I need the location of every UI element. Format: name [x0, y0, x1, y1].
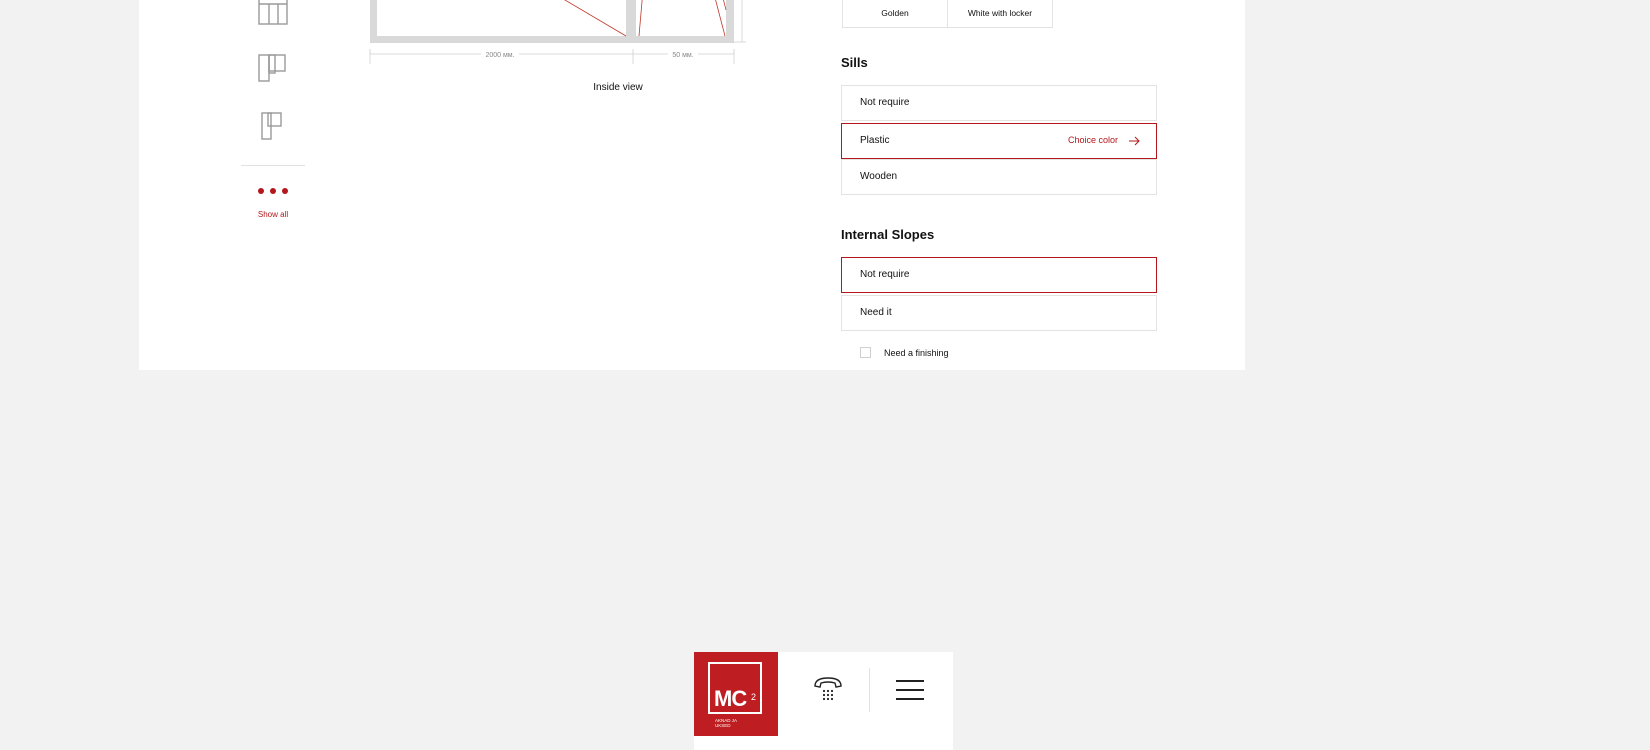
layout-two-sash-icon[interactable]: [255, 50, 289, 84]
logo-text: MC: [714, 686, 747, 711]
phone-icon[interactable]: [812, 674, 844, 704]
slopes-option-not-require[interactable]: Not require: [841, 257, 1157, 293]
bottom-bar-divider: [869, 668, 870, 712]
dimension-main: 2000 мм.: [485, 52, 514, 59]
option-label: Wooden: [860, 171, 898, 182]
sills-option-wooden[interactable]: Wooden: [841, 159, 1157, 195]
logo-tagline: AKNAD JA UKSED: [715, 718, 738, 728]
show-all-link[interactable]: Show all: [241, 210, 305, 219]
window-drawing: 2000 мм. 50 мм.: [369, 0, 746, 64]
bottom-bar: MC 2 AKNAD JA UKSED: [694, 652, 953, 750]
option-label: Need it: [860, 307, 892, 318]
dimension-side: 50 мм.: [672, 52, 693, 59]
layout-single-sash-icon[interactable]: [255, 107, 289, 141]
option-label: Not require: [860, 97, 910, 108]
option-label: Not require: [860, 269, 910, 280]
slopes-title: Internal Slopes: [841, 227, 935, 242]
choice-color-link[interactable]: Choice color: [1068, 135, 1118, 145]
logo-superscript: 2: [751, 692, 757, 702]
sills-title: Sills: [841, 55, 868, 70]
layout-options: Show all: [241, 0, 305, 230]
sills-option-not-require[interactable]: Not require: [841, 85, 1157, 121]
brand-logo[interactable]: MC 2 AKNAD JA UKSED: [694, 652, 778, 736]
handle-color-white-locker[interactable]: White with locker: [947, 0, 1053, 28]
menu-icon[interactable]: [896, 680, 924, 700]
window-preview: 2000 мм. 50 мм. Inside view: [368, 0, 768, 100]
more-dots-icon[interactable]: [258, 186, 288, 196]
arrow-right-icon[interactable]: [1128, 136, 1140, 146]
handle-color-golden[interactable]: Golden: [842, 0, 948, 28]
sills-option-plastic[interactable]: Plastic Choice color: [841, 123, 1157, 159]
layouts-divider: [241, 165, 305, 166]
layout-grid-icon[interactable]: [255, 0, 289, 26]
finishing-label: Need a finishing: [884, 348, 949, 358]
option-label: Plastic: [860, 135, 890, 146]
finishing-checkbox[interactable]: [860, 347, 871, 358]
preview-caption: Inside view: [593, 82, 643, 93]
slopes-option-need-it[interactable]: Need it: [841, 295, 1157, 331]
